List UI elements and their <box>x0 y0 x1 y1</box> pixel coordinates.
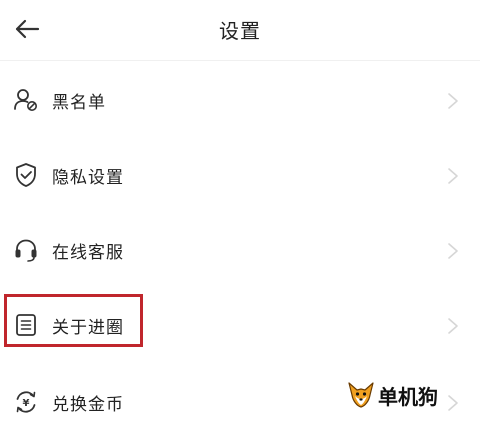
chevron-right-icon <box>448 243 458 259</box>
menu-item-label: 黑名单 <box>52 93 106 113</box>
chevron-right-icon <box>448 318 458 334</box>
watermark-text: 单机狗 <box>378 384 438 409</box>
dog-logo-icon <box>348 382 374 408</box>
document-icon <box>13 312 39 338</box>
menu-item-about[interactable]: 关于进圈 <box>0 295 480 355</box>
menu-item-label: 兑换金币 <box>52 395 124 415</box>
user-blocked-icon <box>13 87 39 113</box>
chevron-right-icon <box>448 395 458 411</box>
page-title: 设置 <box>219 19 261 43</box>
shield-check-icon <box>13 162 39 188</box>
menu-item-label: 隐私设置 <box>52 168 124 188</box>
menu-item-label: 关于进圈 <box>52 318 124 338</box>
menu-item-label: 在线客服 <box>52 243 124 263</box>
chevron-right-icon <box>448 168 458 184</box>
menu-item-privacy-settings[interactable]: 隐私设置 <box>0 145 480 205</box>
top-bar: 设置 <box>0 0 480 61</box>
menu-item-online-support[interactable]: 在线客服 <box>0 220 480 280</box>
svg-text:¥: ¥ <box>23 398 30 409</box>
headset-icon <box>13 237 39 263</box>
coin-exchange-icon: ¥ <box>13 389 39 415</box>
watermark: 单机狗 <box>346 378 438 412</box>
menu-item-blacklist[interactable]: 黑名单 <box>0 70 480 130</box>
chevron-right-icon <box>448 93 458 109</box>
